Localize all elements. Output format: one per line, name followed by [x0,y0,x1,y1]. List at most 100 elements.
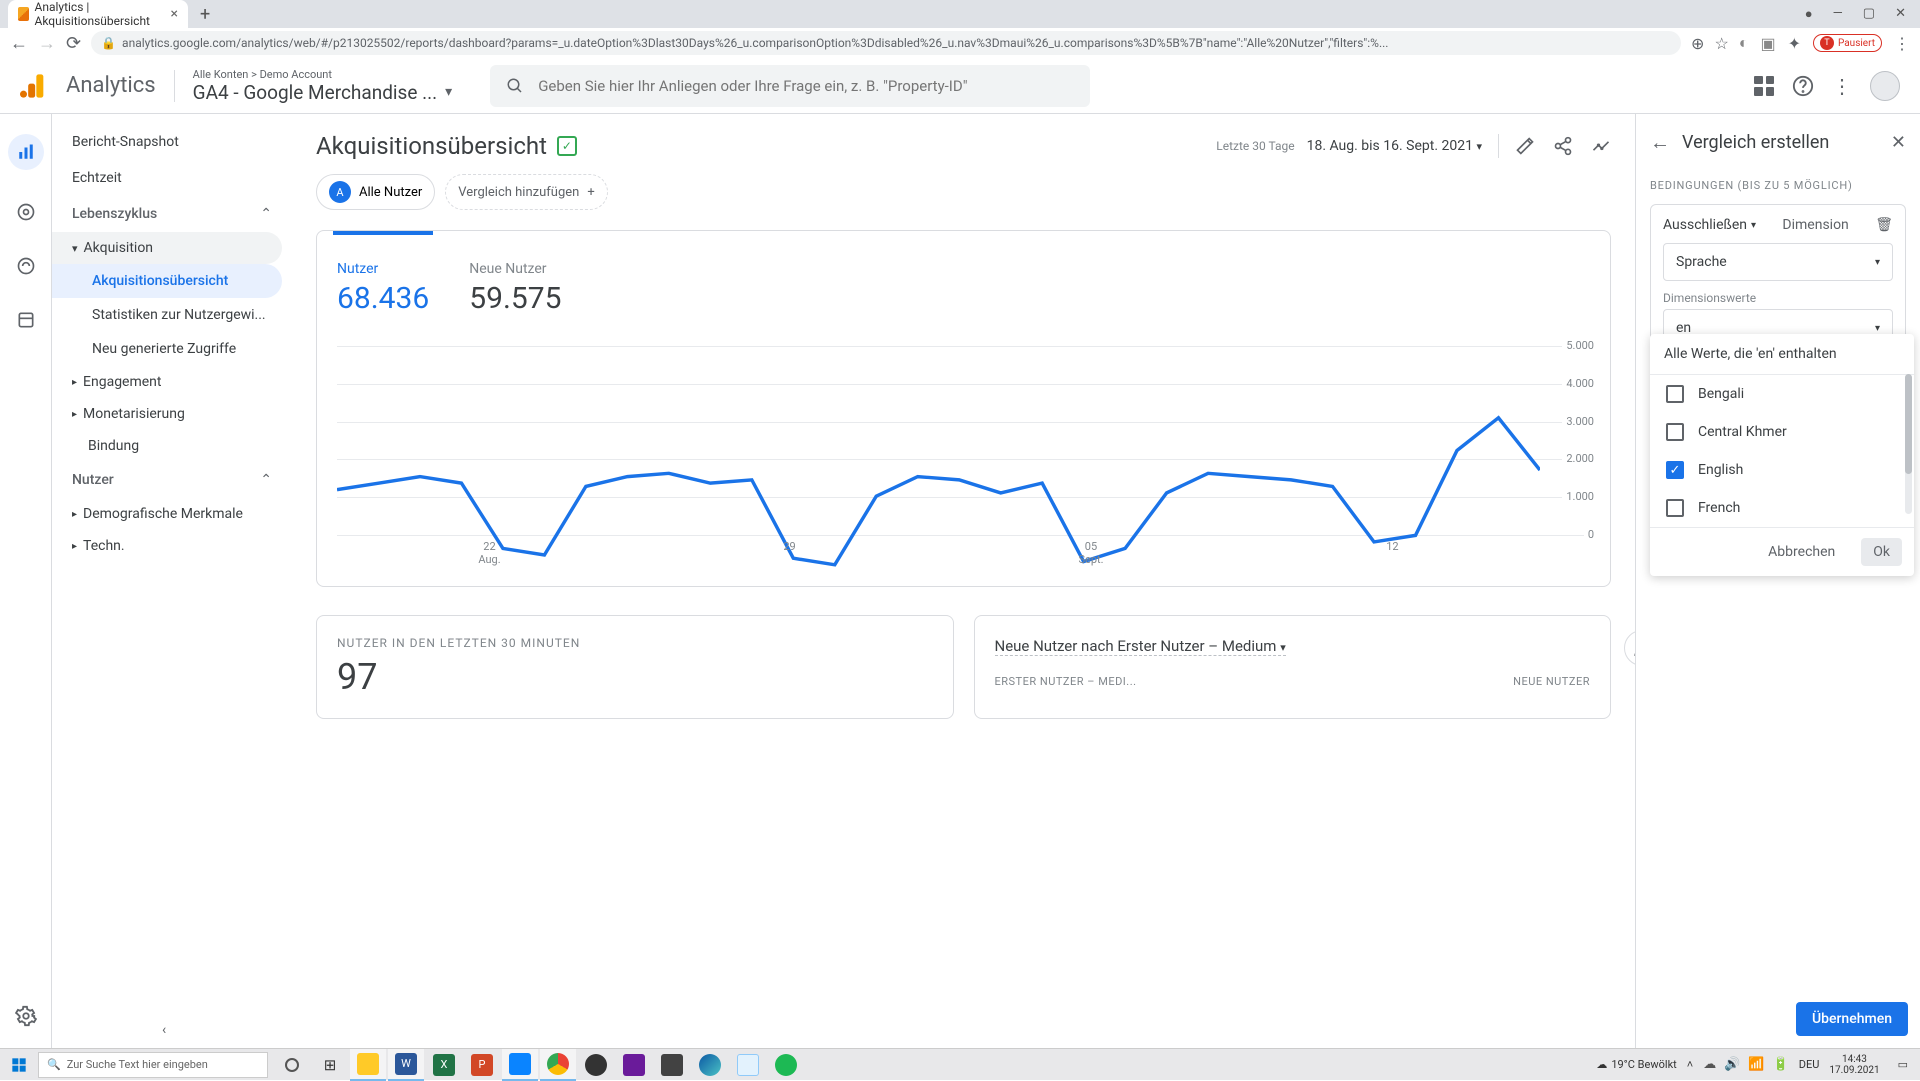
browser-tab[interactable]: Analytics | Akquisitionsübersicht × [8,0,188,28]
task-app-spotify[interactable] [768,1049,804,1081]
task-app-generic1[interactable] [616,1049,652,1081]
checkbox[interactable] [1666,499,1684,517]
sidebar-item-realtime[interactable]: Echtzeit [52,160,292,196]
sidebar-section-user[interactable]: Nutzer⌃ [52,462,292,498]
notifications-icon[interactable]: ▭ [1890,1058,1916,1071]
ok-button[interactable]: Ok [1861,538,1902,566]
chip-add-comparison[interactable]: Vergleich hinzufügen + [445,174,607,210]
profile-avatar[interactable] [1870,71,1900,101]
edit-icon[interactable] [1515,136,1535,156]
insights-icon[interactable] [1591,136,1611,156]
task-app-edge[interactable] [692,1049,728,1081]
sidebar-item-monetization[interactable]: ▸Monetarisierung [52,398,292,430]
advertising-icon[interactable] [14,254,38,278]
ext-icon-2[interactable]: ▣ [1760,34,1775,53]
apply-button[interactable]: Übernehmen [1796,1002,1908,1036]
task-app-thunderbird[interactable] [502,1049,538,1081]
task-app-obs[interactable] [578,1049,614,1081]
delete-icon[interactable]: 🗑 [1875,217,1893,233]
app-name: Analytics [66,73,156,98]
profile-dot-icon[interactable]: ● [1805,6,1813,22]
kebab-menu-icon[interactable]: ⋮ [1832,74,1852,98]
dimension-selector[interactable]: Sprache ▾ [1663,243,1893,281]
task-app-taskview[interactable]: ⊞ [312,1049,348,1081]
share-icon[interactable] [1553,136,1573,156]
puzzle-icon[interactable]: ✦ [1788,34,1801,53]
menu-icon[interactable]: ⋮ [1894,34,1910,53]
card-header-dropdown[interactable]: Neue Nutzer nach Erster Nutzer – Medium … [995,637,1286,656]
volume-icon[interactable]: 🔊 [1724,1057,1740,1072]
chevron-down-icon: ▾ [1875,257,1880,268]
onedrive-icon[interactable]: ☁ [1703,1057,1716,1072]
close-panel-icon[interactable]: ✕ [1891,132,1906,153]
maximize-icon[interactable]: ▢ [1863,6,1875,22]
date-range-picker[interactable]: 18. Aug. bis 16. Sept. 2021 ▾ [1307,138,1482,154]
dropdown-option[interactable]: French [1650,489,1914,527]
close-window-icon[interactable]: ✕ [1895,6,1906,22]
ext-icon-1[interactable]: ◐ [1739,33,1749,53]
wifi-icon[interactable]: 📶 [1748,1057,1764,1072]
profile-paused-badge[interactable]: T Pausiert [1813,34,1882,52]
col-header-2: NEUE NUTZER [1513,675,1590,688]
chevron-down-icon: ▾ [1280,641,1286,654]
dropdown-option[interactable]: Bengali [1650,375,1914,413]
exclude-selector[interactable]: Ausschließen ▾ [1663,217,1756,233]
settings-icon[interactable] [14,1004,38,1028]
checkbox[interactable]: ✓ [1666,461,1684,479]
dropdown-option[interactable]: ✓English [1650,451,1914,489]
tab-close-icon[interactable]: × [171,6,178,22]
new-tab-button[interactable]: + [200,4,210,25]
zoom-icon[interactable]: ⊕ [1691,34,1704,53]
task-app-powerpoint[interactable]: P [464,1049,500,1081]
sidebar-item-acq-overview[interactable]: Akquisitionsübersicht [52,264,282,298]
task-app-chrome[interactable] [540,1049,576,1081]
reload-icon[interactable]: ⟳ [66,33,81,54]
sidebar-section-lifecycle[interactable]: Lebenszyklus⌃ [52,196,292,232]
account-selector[interactable]: Alle Konten > Demo Account GA4 - Google … [193,68,453,104]
feedback-button[interactable] [1624,630,1635,666]
checkbox[interactable] [1666,385,1684,403]
sidebar-item-retention[interactable]: Bindung [52,430,292,462]
sidebar-item-acquisition[interactable]: ▾Akquisition [52,232,282,264]
url-field[interactable]: 🔒 analytics.google.com/analytics/web/#/p… [91,31,1681,55]
back-icon[interactable]: ← [10,33,28,54]
checkbox[interactable] [1666,423,1684,441]
sidebar-collapse-button[interactable]: ‹ [162,1022,166,1038]
chip-all-users[interactable]: A Alle Nutzer [316,174,435,210]
clock[interactable]: 14:43 17.09.2021 [1829,1054,1879,1076]
weather-widget[interactable]: ☁19°C Bewölkt [1596,1058,1676,1071]
start-button[interactable] [0,1049,38,1081]
explore-icon[interactable] [14,200,38,224]
task-app-generic2[interactable] [654,1049,690,1081]
sidebar-item-tech[interactable]: ▸Techn. [52,530,292,562]
scrollbar-thumb[interactable] [1905,374,1912,474]
configure-icon[interactable] [14,308,38,332]
back-arrow-icon[interactable]: ← [1650,130,1670,155]
star-icon[interactable]: ☆ [1714,34,1728,53]
sidebar-item-acq-new[interactable]: Neu generierte Zugriffe [52,332,292,366]
reports-icon[interactable] [8,134,44,170]
dropdown-option[interactable]: Central Khmer [1650,413,1914,451]
tray-chevron-icon[interactable]: ˄ [1687,1058,1693,1071]
search-input[interactable] [538,77,1074,95]
minimize-icon[interactable]: — [1833,6,1843,22]
metric-tab-newusers[interactable]: Neue Nutzer 59.575 [469,251,561,316]
task-app-notepad[interactable] [730,1049,766,1081]
help-icon[interactable] [1792,75,1814,97]
sidebar-item-snapshot[interactable]: Bericht-Snapshot [52,124,292,160]
language-indicator[interactable]: DEU [1799,1058,1820,1071]
cancel-button[interactable]: Abbrechen [1756,538,1847,566]
chevron-down-icon: ▾ [445,84,452,100]
task-app-explorer[interactable] [350,1049,386,1081]
apps-grid-icon[interactable] [1754,76,1774,96]
sidebar-item-acq-stats[interactable]: Statistiken zur Nutzergewi... [52,298,292,332]
task-app-word[interactable]: W [388,1049,424,1081]
battery-icon[interactable]: 🔋 [1773,1057,1789,1072]
task-app-cortana[interactable] [274,1049,310,1081]
sidebar-item-demographics[interactable]: ▸Demografische Merkmale [52,498,292,530]
search-box[interactable] [490,65,1090,107]
taskbar-search[interactable]: 🔍 Zur Suche Text hier eingeben [38,1052,268,1078]
sidebar-item-engagement[interactable]: ▸Engagement [52,366,292,398]
task-app-excel[interactable]: X [426,1049,462,1081]
metric-tab-users[interactable]: Nutzer 68.436 [337,251,429,316]
